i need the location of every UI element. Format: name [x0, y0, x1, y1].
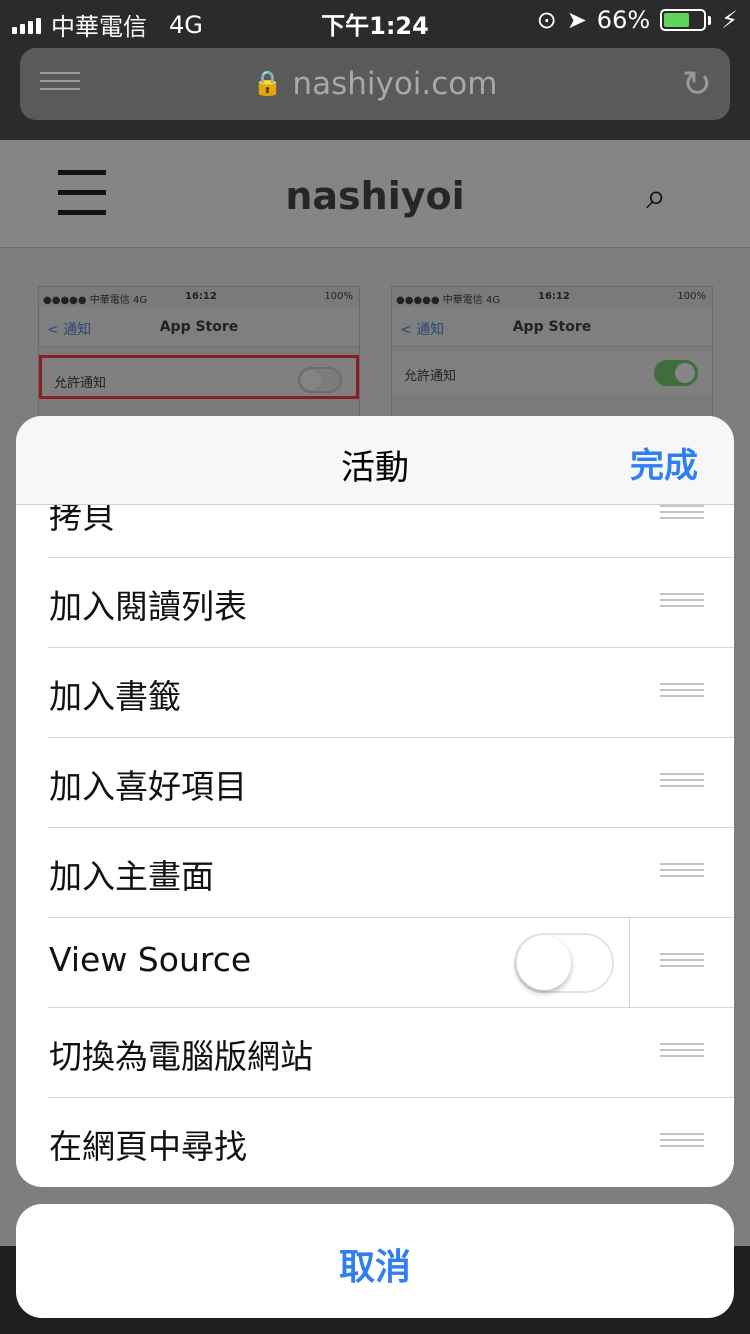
thumb-switch	[654, 360, 698, 386]
sheet-header: 活動 完成	[16, 416, 734, 505]
site-header: nashiyoi ⌕	[0, 140, 750, 248]
location-icon: ➤	[566, 6, 587, 34]
thumb-battery: 100%	[677, 291, 706, 302]
charging-icon: ⚡	[721, 6, 738, 34]
activity-item-label: 在網頁中尋找	[49, 1127, 247, 1166]
reorder-grip-icon[interactable]	[660, 505, 704, 525]
reorder-grip-icon[interactable]	[660, 953, 704, 973]
activity-list: 拷貝 加入閱讀列表 加入書籤 加入喜好項目 加入主畫面 View Source	[16, 505, 734, 1187]
activity-item-label: View Source	[49, 940, 252, 979]
activity-item-label: 加入書籤	[49, 677, 181, 716]
reorder-grip-icon[interactable]	[660, 683, 704, 703]
cancel-button[interactable]: 取消	[16, 1204, 734, 1318]
activity-sheet: 活動 完成 拷貝 加入閱讀列表 加入書籤 加入喜好項目 加入主畫面 View S…	[16, 416, 734, 1187]
activity-item-add-favorites[interactable]: 加入喜好項目	[16, 738, 734, 828]
thumb-row: 允許通知	[392, 351, 712, 395]
activity-item-add-home-screen[interactable]: 加入主畫面	[16, 828, 734, 918]
thumb-carrier: ●●●●● 中華電信 4G	[396, 295, 501, 306]
activity-item-add-bookmark[interactable]: 加入書籤	[16, 648, 734, 738]
search-icon[interactable]: ⌕	[646, 176, 666, 218]
thumb-row-label: 允許通知	[54, 376, 107, 391]
reorder-grip-icon[interactable]	[660, 863, 704, 883]
lock-icon: 🔒	[252, 69, 283, 97]
activity-item-add-reading-list[interactable]: 加入閱讀列表	[16, 558, 734, 648]
url-display[interactable]: 🔒 nashiyoi.com	[20, 66, 730, 102]
thumb-time: 16:12	[538, 291, 570, 302]
reorder-grip-icon[interactable]	[660, 773, 704, 793]
thumb-row-label: 允許通知	[404, 369, 457, 384]
address-bar[interactable]: 🔒 nashiyoi.com ↻	[20, 48, 730, 120]
thumb-switch	[298, 367, 342, 393]
activity-item-label: 拷貝	[49, 505, 115, 536]
sheet-title: 活動	[341, 448, 409, 488]
divider	[629, 918, 630, 1008]
status-right: ⊙ ➤ 66% ⚡	[537, 6, 738, 34]
reorder-grip-icon[interactable]	[660, 1043, 704, 1063]
thumb-title: App Store	[159, 319, 239, 335]
activity-item-desktop-site[interactable]: 切換為電腦版網站	[16, 1008, 734, 1098]
done-button[interactable]: 完成	[630, 438, 698, 487]
cancel-label: 取消	[338, 1247, 411, 1288]
site-title[interactable]: nashiyoi	[0, 174, 750, 218]
reorder-grip-icon[interactable]	[660, 1133, 704, 1153]
browser-toolbar: 🔒 nashiyoi.com ↻	[0, 40, 750, 140]
reload-icon[interactable]: ↻	[682, 64, 712, 105]
url-text: nashiyoi.com	[292, 66, 498, 102]
view-source-toggle[interactable]	[514, 933, 614, 993]
activity-item-label: 切換為電腦版網站	[49, 1037, 313, 1076]
battery-icon	[660, 9, 712, 31]
orientation-lock-icon: ⊙	[536, 6, 557, 34]
thumb-time: 16:12	[185, 291, 217, 302]
activity-item-copy[interactable]: 拷貝	[16, 505, 734, 558]
thumb-row: 允許通知	[39, 355, 359, 399]
thumb-carrier: ●●●●● 中華電信 4G	[43, 295, 148, 306]
activity-item-label: 加入喜好項目	[49, 767, 247, 806]
activity-item-label: 加入主畫面	[49, 857, 214, 896]
activity-item-find-on-page[interactable]: 在網頁中尋找	[16, 1098, 734, 1187]
activity-item-label: 加入閱讀列表	[49, 587, 247, 626]
thumb-title: App Store	[512, 319, 592, 335]
reorder-grip-icon[interactable]	[660, 593, 704, 613]
battery-percent: 66%	[596, 6, 651, 34]
thumb-battery: 100%	[324, 291, 353, 302]
status-bar: 中華電信 4G 下午1:24 ⊙ ➤ 66% ⚡	[0, 0, 750, 41]
activity-item-view-source[interactable]: View Source	[16, 918, 734, 1008]
